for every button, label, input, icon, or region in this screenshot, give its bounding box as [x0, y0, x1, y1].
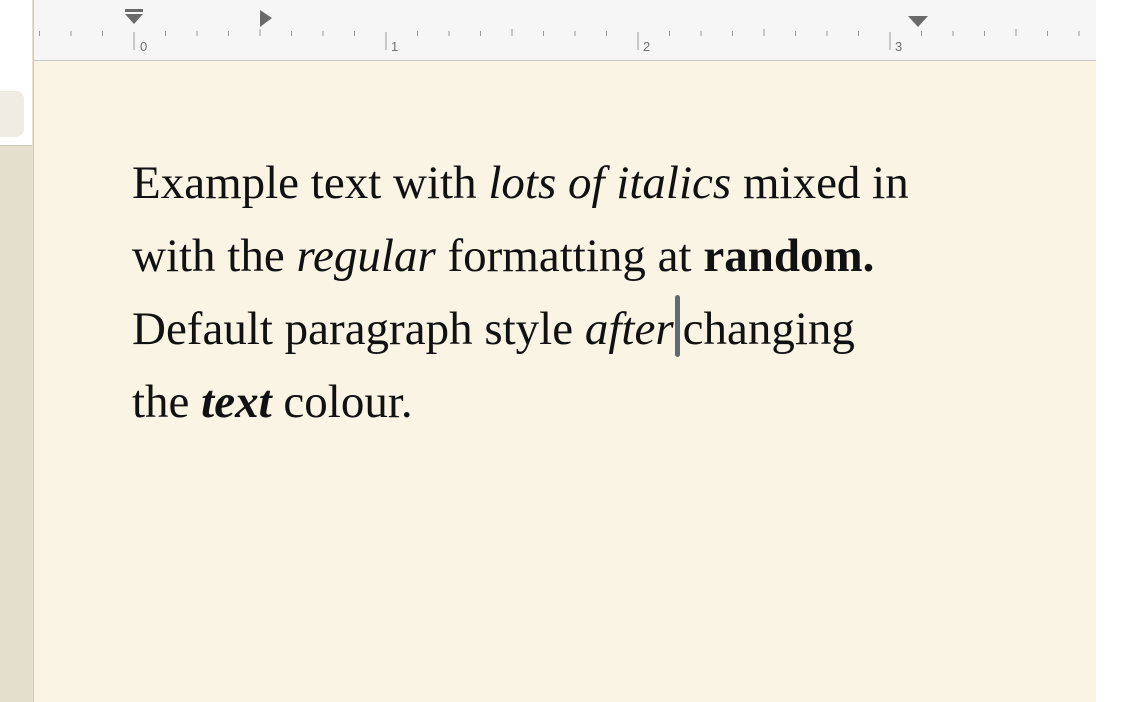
text-run-italic[interactable]: after [585, 303, 674, 355]
ruler-number: 1 [391, 39, 399, 54]
text-run[interactable]: Example text with [132, 157, 488, 209]
ruler-ticks [39, 29, 1080, 50]
right-margin-marker[interactable] [908, 16, 928, 27]
editor-pane: 0 1 2 3 Example text with lots of italic… [33, 0, 1097, 702]
tab-stop-marker[interactable] [260, 10, 272, 27]
ruler[interactable]: 0 1 2 3 [34, 0, 1096, 61]
text-run[interactable]: formatting at [436, 230, 704, 282]
text-line[interactable]: with the regular formatting at random. [132, 220, 1032, 293]
sidebar-selected-item[interactable] [0, 91, 24, 137]
text-run[interactable]: colour. [272, 376, 412, 428]
left-sidebar [0, 0, 32, 702]
right-sidebar [1096, 0, 1124, 702]
text-run[interactable]: with the [132, 230, 296, 282]
document-text[interactable]: Example text with lots of italics mixed … [132, 147, 1032, 439]
text-line[interactable]: Default paragraph style after changing [132, 293, 1032, 366]
text-run-bold[interactable]: random. [703, 230, 874, 282]
text-run-italic[interactable]: regular [296, 230, 435, 282]
text-cursor [674, 295, 680, 357]
ruler-graphics [39, 9, 1080, 50]
text-run[interactable]: the [132, 376, 201, 428]
text-run[interactable]: changing [683, 303, 855, 355]
text-run-italic[interactable]: lots of italics [488, 157, 731, 209]
ruler-number: 3 [895, 39, 903, 54]
text-run-bold-italic[interactable]: text [201, 376, 271, 428]
ruler-number: 0 [140, 39, 148, 54]
ruler-number: 2 [643, 39, 651, 54]
text-line[interactable]: the text colour. [132, 366, 1032, 439]
text-run[interactable]: mixed in [731, 157, 909, 209]
text-line[interactable]: Example text with lots of italics mixed … [132, 147, 1032, 220]
document-page[interactable]: Example text with lots of italics mixed … [34, 61, 1096, 702]
text-run[interactable]: Default paragraph style [132, 303, 585, 355]
first-line-indent-marker[interactable] [125, 9, 143, 24]
